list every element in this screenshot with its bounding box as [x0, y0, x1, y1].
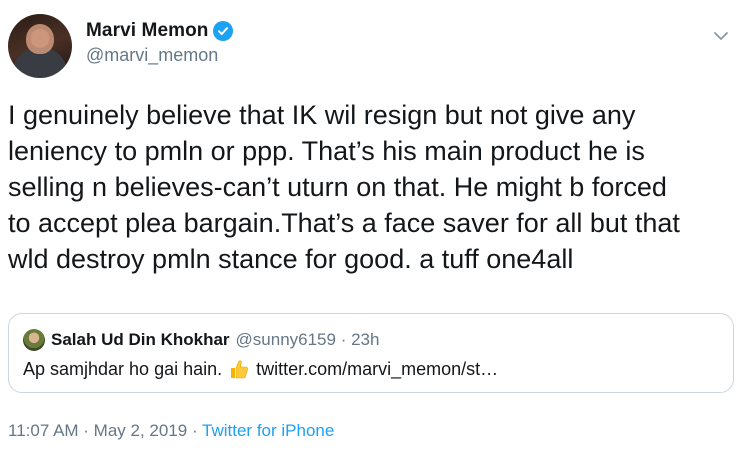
quoted-tweet-link[interactable]: twitter.com/marvi_memon/st…	[256, 359, 498, 380]
quoted-tweet[interactable]: Salah Ud Din Khokhar @sunny6159 · 23h Ap…	[8, 313, 734, 393]
verified-badge-icon	[212, 21, 233, 41]
tweet-header: Marvi Memon @marvi_memon	[8, 14, 735, 78]
tweet-timestamp[interactable]: 11:07 AM · May 2, 2019 ·	[8, 421, 202, 440]
quoted-author-name: Salah Ud Din Khokhar	[51, 330, 230, 349]
tweet-text: I genuinely believe that IK wil resign b…	[8, 100, 680, 274]
tweet-source-link[interactable]: Twitter for iPhone	[202, 421, 334, 440]
quoted-tweet-text: Ap samjhdar ho gai hain.	[23, 358, 223, 379]
chevron-down-icon[interactable]	[711, 26, 731, 46]
author-avatar[interactable]	[8, 14, 72, 78]
tweet-meta: 11:07 AM · May 2, 2019 · Twitter for iPh…	[8, 421, 334, 441]
quoted-tweet-body: Ap samjhdar ho gai hain. twitter.com/mar…	[23, 358, 498, 380]
author-handle[interactable]: @marvi_memon	[86, 45, 233, 66]
quoted-author-handle-time: @sunny6159 · 23h	[235, 330, 380, 349]
author-display-name[interactable]: Marvi Memon	[86, 20, 209, 42]
quoted-tweet-header: Salah Ud Din Khokhar @sunny6159 · 23h	[23, 329, 379, 351]
quoted-author-avatar	[23, 329, 45, 351]
author-info: Marvi Memon @marvi_memon	[86, 20, 233, 66]
thumbs-up-icon	[228, 358, 250, 380]
display-name-row: Marvi Memon	[86, 20, 233, 42]
